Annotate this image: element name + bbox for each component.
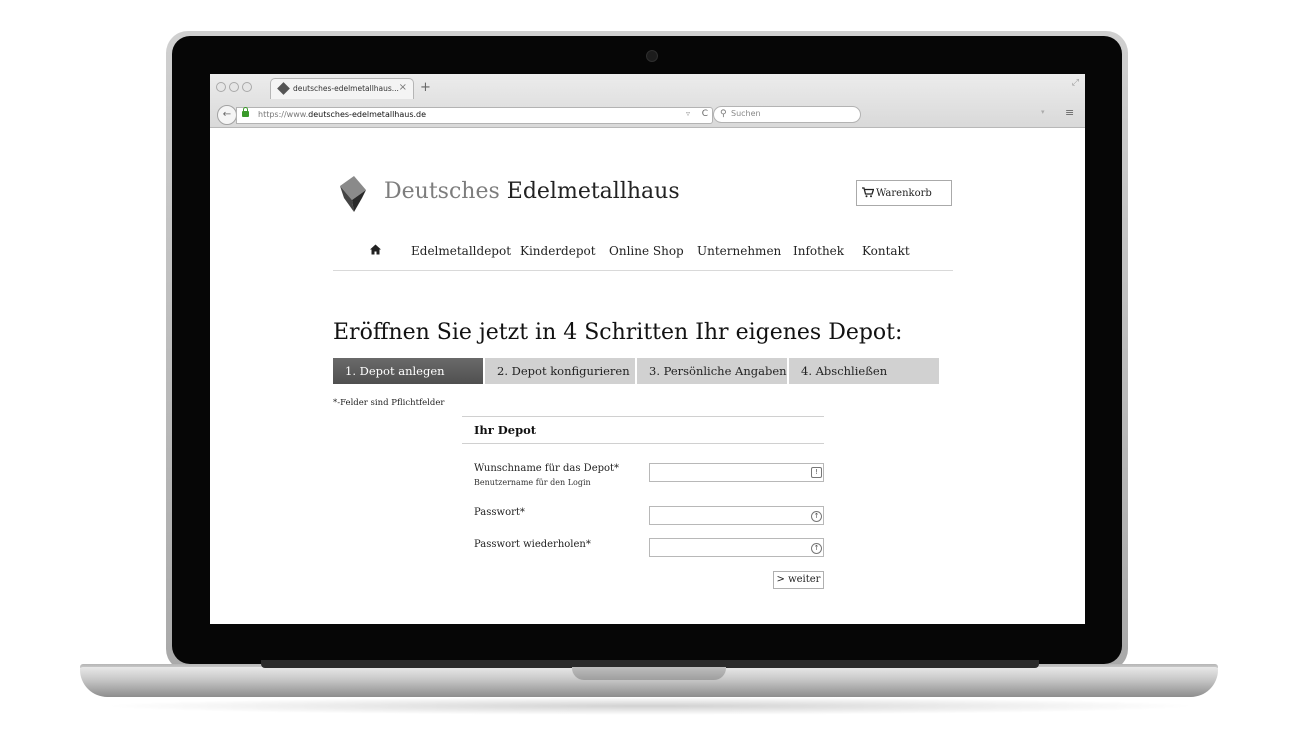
required-fields-note: *-Felder sind Pflichtfelder xyxy=(333,398,445,408)
window-minimize-button[interactable] xyxy=(229,82,239,92)
cart-icon xyxy=(862,187,874,198)
autofill-icon[interactable]: ! xyxy=(811,467,822,478)
password-key-icon[interactable]: ↑ xyxy=(811,511,822,522)
step-1: 1. Depot anlegen xyxy=(333,358,483,384)
url-history-dropdown-icon[interactable]: ▿ xyxy=(686,109,690,118)
web-page: Deutsches Edelmetallhaus Warenkorb Edelm… xyxy=(210,128,1085,624)
tab-title: deutsches-edelmetallhaus... xyxy=(293,84,399,93)
step-3: 3. Persönliche Angaben xyxy=(637,358,787,384)
nav-item-kontakt[interactable]: Kontakt xyxy=(862,244,910,258)
password-repeat-key-icon[interactable]: ↑ xyxy=(811,543,822,554)
back-arrow-icon: ← xyxy=(222,109,232,120)
logo-word-deutsches: Deutsches xyxy=(384,179,500,204)
depot-name-label: Wunschname für das Depot* xyxy=(474,463,620,474)
address-bar[interactable]: https://www.deutsches-edelmetallhaus.de … xyxy=(236,107,713,124)
nav-item-infothek[interactable]: Infothek xyxy=(793,244,844,258)
page-title: Eröffnen Sie jetzt in 4 Schritten Ihr ei… xyxy=(333,320,903,345)
search-placeholder: Suchen xyxy=(731,109,761,118)
depot-name-hint: Benutzername für den Login xyxy=(474,478,591,487)
main-nav: Edelmetalldepot Kinderdepot Online Shop … xyxy=(333,244,953,271)
back-button[interactable]: ← xyxy=(217,105,237,125)
window-close-button[interactable] xyxy=(216,82,226,92)
url-text[interactable]: https://www.deutsches-edelmetallhaus.de xyxy=(258,110,426,119)
password-repeat-input[interactable] xyxy=(649,538,824,557)
browser-tab[interactable]: deutsches-edelmetallhaus... × xyxy=(270,78,414,99)
nav-item-unternehmen[interactable]: Unternehmen xyxy=(697,244,781,258)
password-label: Passwort* xyxy=(474,507,525,518)
downloads-icon[interactable]: ▾ xyxy=(1041,108,1045,116)
menu-icon[interactable]: ≡ xyxy=(1065,106,1074,119)
step-indicator: 1. Depot anlegen 2. Depot konfigurieren … xyxy=(333,358,941,384)
site-logo[interactable]: Deutsches Edelmetallhaus xyxy=(384,179,680,204)
site-favicon-icon xyxy=(277,82,290,95)
step-4: 4. Abschließen xyxy=(789,358,939,384)
form-section-title: Ihr Depot xyxy=(462,416,824,444)
tab-close-icon[interactable]: × xyxy=(399,82,407,93)
laptop-shadow xyxy=(100,697,1200,715)
password-input[interactable] xyxy=(649,506,824,525)
url-prefix: https://www. xyxy=(258,110,309,119)
nav-item-online-shop[interactable]: Online Shop xyxy=(609,244,684,258)
browser-window: deutsches-edelmetallhaus... × + ⤢ ← http… xyxy=(210,74,1085,624)
window-zoom-button[interactable] xyxy=(242,82,252,92)
browser-chrome: deutsches-edelmetallhaus... × + ⤢ ← http… xyxy=(210,74,1085,128)
logo-icon[interactable] xyxy=(336,176,368,212)
nav-item-kinderdepot[interactable]: Kinderdepot xyxy=(520,244,596,258)
depot-name-input[interactable] xyxy=(649,463,824,482)
new-tab-button[interactable]: + xyxy=(420,80,431,95)
logo-word-edelmetallhaus: Edelmetallhaus xyxy=(506,179,680,204)
cart-label: Warenkorb xyxy=(876,188,932,199)
password-repeat-label: Passwort wiederholen* xyxy=(474,539,591,550)
home-icon[interactable] xyxy=(370,244,381,255)
search-input[interactable]: ⚲ Suchen xyxy=(713,106,861,123)
laptop-notch xyxy=(572,667,726,680)
lock-icon xyxy=(242,107,249,117)
step-2: 2. Depot konfigurieren xyxy=(485,358,635,384)
cart-button[interactable]: Warenkorb xyxy=(856,180,952,206)
reload-icon[interactable]: C xyxy=(702,109,708,119)
next-button[interactable]: > weiter xyxy=(773,571,824,589)
webcam xyxy=(646,50,658,62)
fullscreen-icon[interactable]: ⤢ xyxy=(1072,78,1079,88)
search-icon: ⚲ xyxy=(720,109,727,119)
nav-item-edelmetalldepot[interactable]: Edelmetalldepot xyxy=(411,244,511,258)
url-domain: deutsches-edelmetallhaus.de xyxy=(308,110,427,119)
